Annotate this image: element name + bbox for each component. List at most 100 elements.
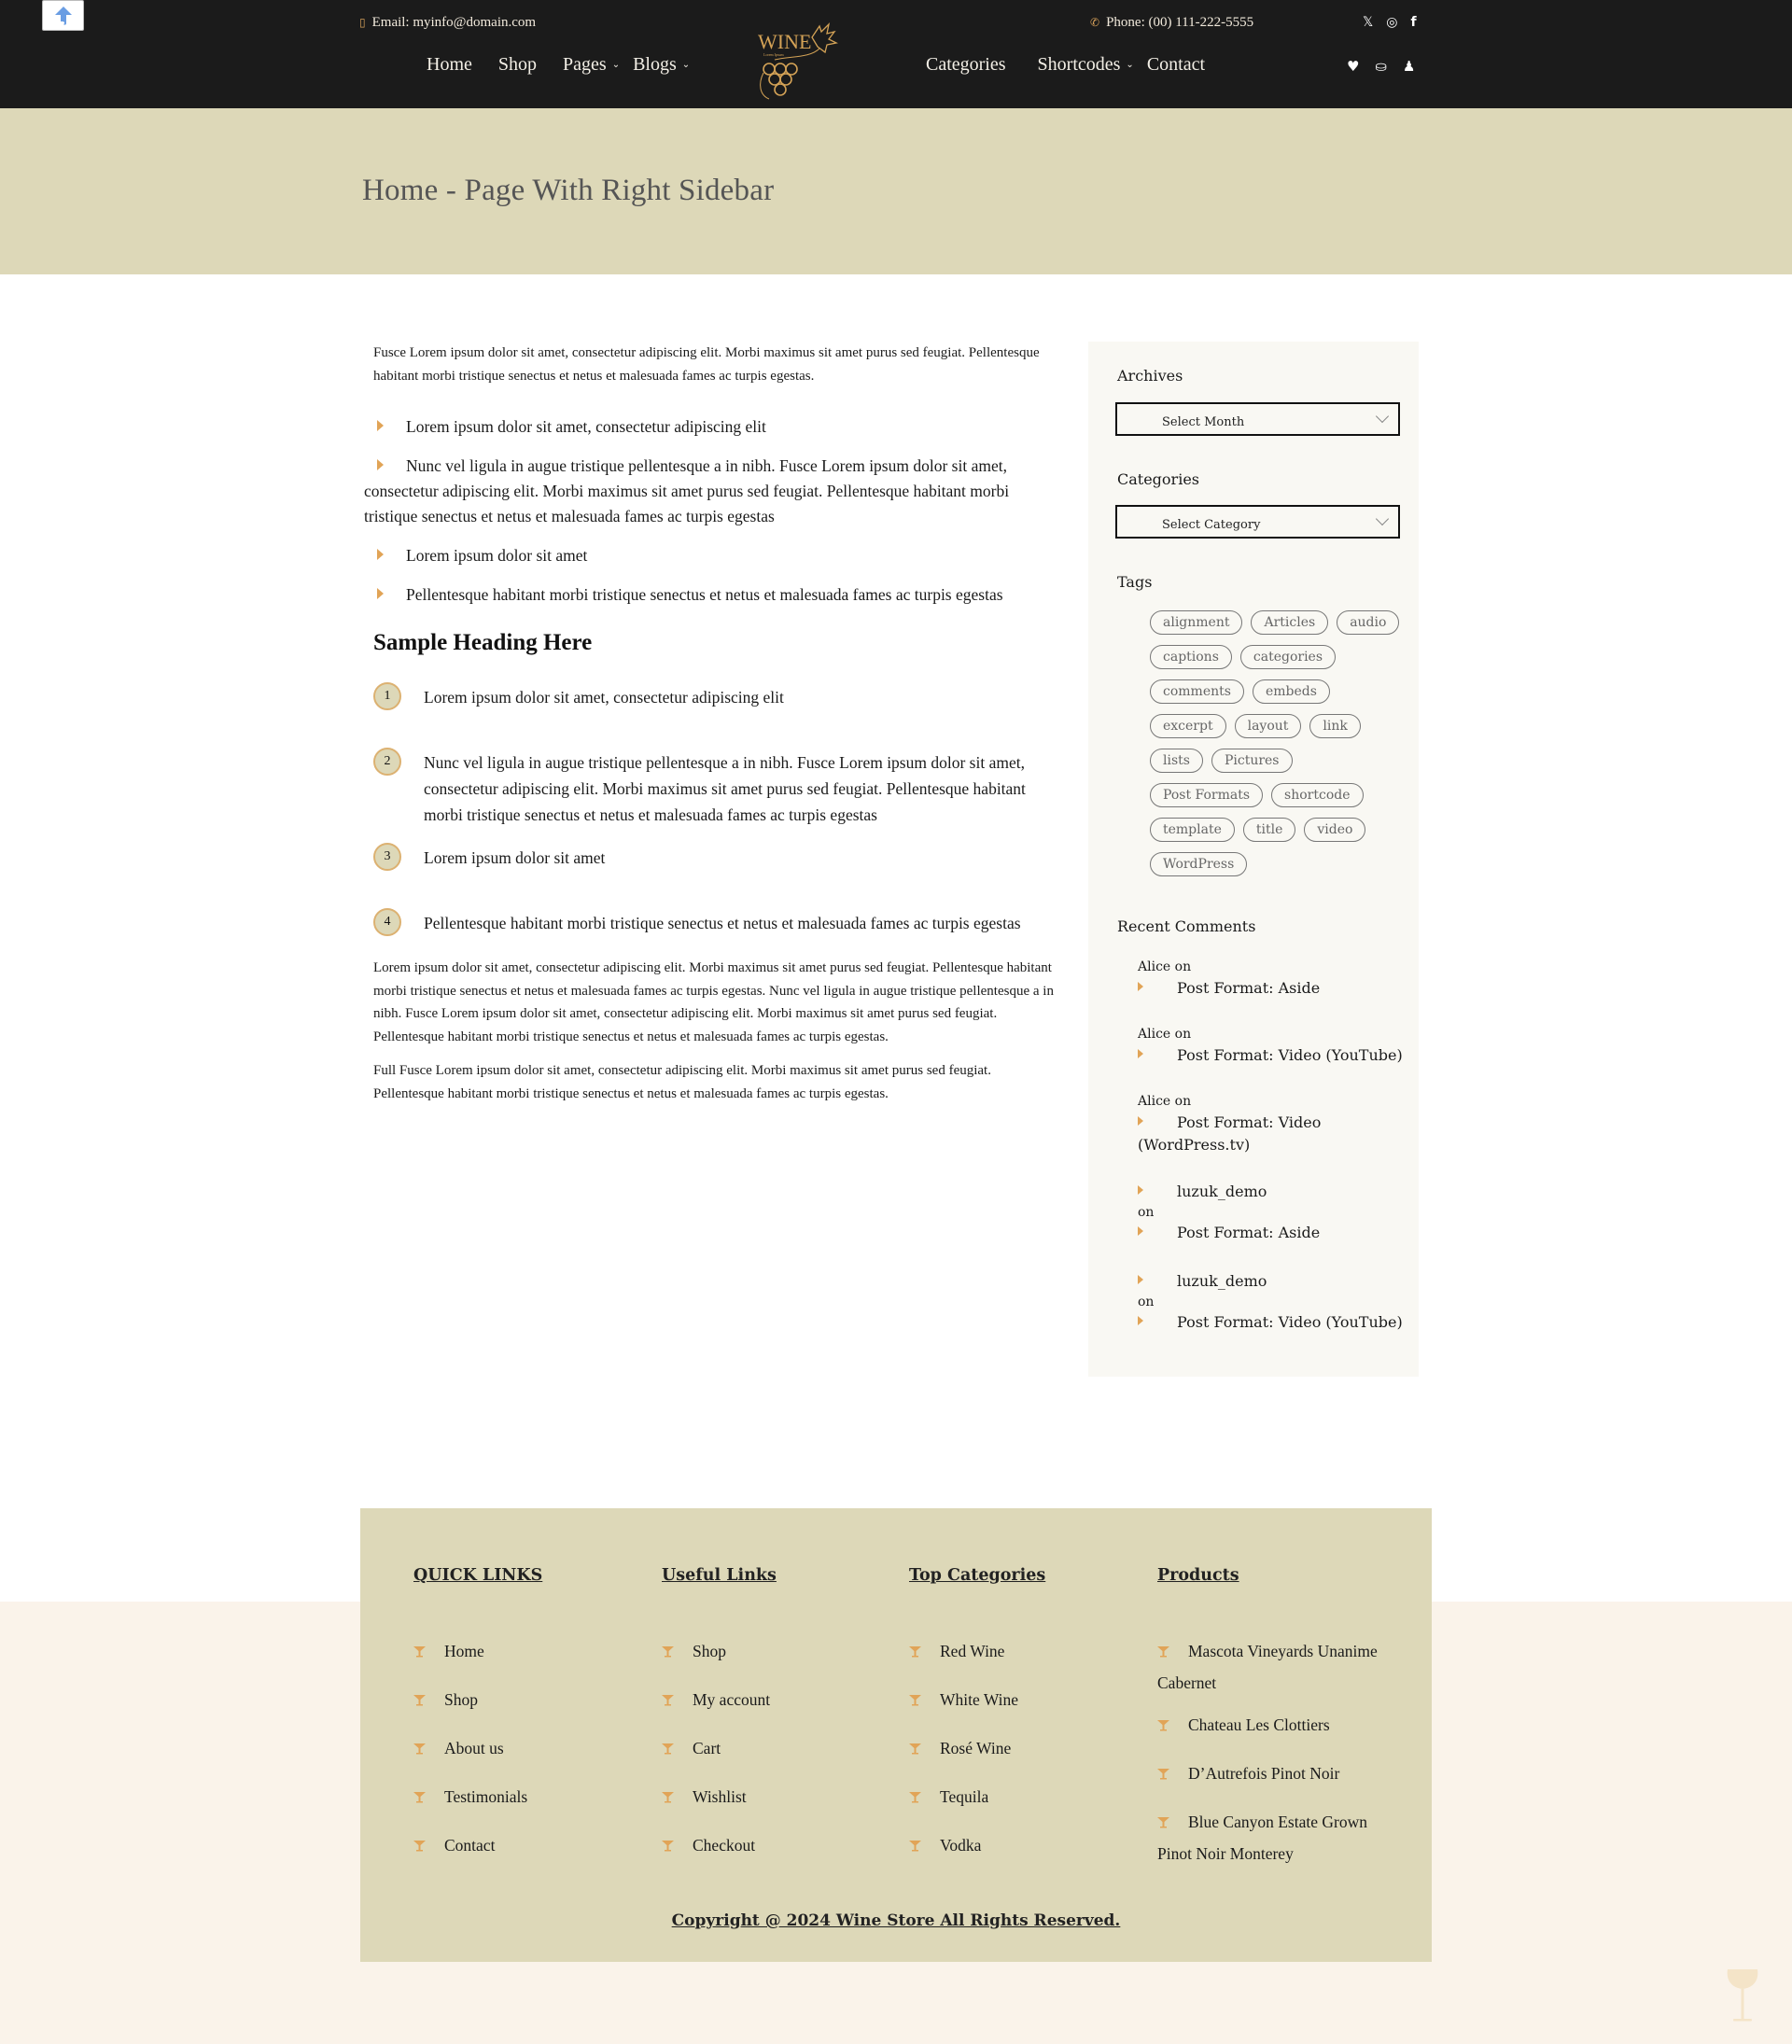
cocktail-glass-icon: [1157, 1645, 1169, 1671]
nav-contact[interactable]: Contact: [1147, 54, 1205, 76]
cocktail-glass-icon: [1157, 1719, 1169, 1744]
footer-link[interactable]: White Wine: [909, 1687, 1142, 1719]
footer-link[interactable]: Chateau Les Clottiers: [1157, 1713, 1391, 1744]
comment-post-link[interactable]: Post Format: Aside: [1177, 979, 1320, 997]
tag-link[interactable]: Post Formats: [1150, 783, 1264, 807]
list-item: Pellentesque habitant morbi tristique se…: [369, 582, 1059, 608]
tag-link[interactable]: lists: [1150, 749, 1203, 773]
chevron-down-icon: [1375, 409, 1390, 424]
tag-link[interactable]: layout: [1234, 714, 1302, 738]
topbar-email[interactable]: ▯ Email: myinfo@domain.com: [359, 15, 536, 31]
comment-author-link[interactable]: luzuk_demo: [1177, 1183, 1267, 1200]
footer-link[interactable]: Checkout: [662, 1833, 895, 1865]
basket-icon[interactable]: ⛀: [1375, 58, 1387, 75]
tag-link[interactable]: audio: [1337, 610, 1400, 635]
footer-column-title[interactable]: QUICK LINKS: [413, 1566, 647, 1585]
main-nav-left: Home Shop Pages ⌄ Blogs ⌄: [427, 54, 690, 76]
tag-link[interactable]: captions: [1150, 645, 1232, 669]
comment-post-link[interactable]: Post Format: Video (WordPress.tv): [1138, 1113, 1321, 1154]
footer-link[interactable]: Cart: [662, 1736, 895, 1768]
tag-link[interactable]: WordPress: [1150, 852, 1248, 876]
caret-right-icon: [1138, 1116, 1143, 1126]
site-footer: QUICK LINKS Home Shop About us Testimonials…: [360, 1508, 1432, 1962]
nav-blogs[interactable]: Blogs ⌄: [633, 54, 690, 76]
archives-select[interactable]: Select Month: [1115, 402, 1400, 436]
numbered-item: 1 Lorem ipsum dolor sit amet, consectetur…: [373, 682, 1059, 710]
footer-link[interactable]: D’Autrefois Pinot Noir: [1157, 1761, 1391, 1793]
cocktail-glass-icon: [909, 1645, 921, 1671]
footer-link[interactable]: Shop: [662, 1639, 895, 1671]
footer-link[interactable]: Shop: [413, 1687, 647, 1719]
recent-comment: luzuk_demo on Post Format: Video (YouTub…: [1138, 1272, 1403, 1331]
footer-link[interactable]: My account: [662, 1687, 895, 1719]
footer-link[interactable]: Tequila: [909, 1785, 1142, 1816]
tag-link[interactable]: excerpt: [1150, 714, 1226, 738]
footer-link[interactable]: Blue Canyon Estate Grown Pinot Noir Mont…: [1157, 1810, 1391, 1867]
nav-categories[interactable]: Categories: [926, 54, 1006, 76]
tag-link[interactable]: link: [1309, 714, 1361, 738]
nav-shortcodes[interactable]: Shortcodes ⌄: [1038, 54, 1134, 76]
comment-post-link[interactable]: Post Format: Video (YouTube): [1177, 1046, 1403, 1064]
nav-pages[interactable]: Pages ⌄: [563, 54, 620, 76]
cocktail-glass-icon: [662, 1694, 674, 1719]
footer-link[interactable]: Rosé Wine: [909, 1736, 1142, 1768]
chevron-down-icon: ⌄: [611, 60, 621, 70]
tag-cloud: alignment Articles audio captions categories…: [1150, 610, 1402, 876]
footer-link[interactable]: Mascota Vineyards Unanime Cabernet: [1157, 1639, 1391, 1696]
recent-comment: Alice on Post Format: Aside: [1138, 959, 1321, 997]
phone-mobile-icon: ▯: [359, 16, 366, 29]
footer-column-title[interactable]: Useful Links: [662, 1566, 895, 1585]
comment-post-link[interactable]: Post Format: Video (YouTube): [1177, 1313, 1403, 1331]
footer-link[interactable]: About us: [413, 1736, 647, 1768]
site-header: ▯ Email: myinfo@domain.com ✆ Phone: (00)…: [0, 0, 1792, 108]
nav-home[interactable]: Home: [427, 54, 472, 76]
list-item: Lorem ipsum dolor sit amet: [369, 543, 1059, 568]
footer-column-useful-links: Useful Links Shop My account Cart Wishlist C…: [662, 1566, 895, 1882]
header-action-icons: ♥ ⛀ ♟: [1347, 58, 1415, 75]
footer-link[interactable]: Vodka: [909, 1833, 1142, 1865]
heart-icon[interactable]: ♥: [1347, 58, 1359, 75]
footer-link[interactable]: Home: [413, 1639, 647, 1671]
topbar-phone[interactable]: ✆ Phone: (00) 111-222-5555: [1090, 15, 1253, 31]
categories-select[interactable]: Select Category: [1115, 505, 1400, 539]
copyright-text[interactable]: Copyright @ 2024 Wine Store All Rights R…: [360, 1911, 1432, 1930]
nav-shop[interactable]: Shop: [498, 54, 537, 76]
chevron-down-icon: ⌄: [1126, 60, 1134, 70]
wine-logo[interactable]: WINE Lorem Ipsum: [754, 21, 851, 101]
numbered-item: 2 Nunc vel ligula in augue tristique pell…: [373, 748, 1059, 828]
tag-link[interactable]: template: [1150, 818, 1235, 842]
footer-link-list: Shop My account Cart Wishlist Checkout: [662, 1639, 895, 1865]
tags-title: Tags: [1117, 573, 1153, 591]
recent-comments-title: Recent Comments: [1117, 917, 1256, 935]
tag-link[interactable]: title: [1242, 818, 1296, 842]
footer-link[interactable]: Testimonials: [413, 1785, 647, 1816]
caret-right-icon: [377, 420, 384, 431]
footer-link-list: Home Shop About us Testimonials Contact: [413, 1639, 647, 1865]
footer-column-top-categories: Top Categories Red Wine White Wine Rosé Wi…: [909, 1566, 1142, 1882]
comment-post-link[interactable]: Post Format: Aside: [1177, 1224, 1320, 1241]
tag-link[interactable]: Pictures: [1211, 749, 1293, 773]
facebook-icon[interactable]: f: [1411, 15, 1417, 30]
tag-link[interactable]: alignment: [1150, 610, 1243, 635]
footer-link[interactable]: Wishlist: [662, 1785, 895, 1816]
list-item: Nunc vel ligula in augue tristique pelle…: [364, 456, 1010, 525]
footer-column-title[interactable]: Top Categories: [909, 1566, 1142, 1585]
tag-link[interactable]: comments: [1150, 679, 1244, 704]
tag-link[interactable]: shortcode: [1271, 783, 1364, 807]
chevron-down-icon: ⌄: [681, 60, 691, 70]
cocktail-glass-icon: [662, 1645, 674, 1671]
x-icon[interactable]: 𝕏: [1363, 15, 1373, 30]
scroll-to-top-button[interactable]: [42, 0, 84, 31]
footer-column-title[interactable]: Products: [1157, 1566, 1391, 1585]
cocktail-glass-icon: [413, 1840, 426, 1865]
tag-link[interactable]: categories: [1239, 645, 1337, 669]
tag-link[interactable]: Articles: [1251, 610, 1329, 635]
tag-link[interactable]: video: [1304, 818, 1366, 842]
caret-right-icon: [1138, 1049, 1143, 1058]
footer-link[interactable]: Contact: [413, 1833, 647, 1865]
user-icon[interactable]: ♟: [1403, 58, 1415, 75]
footer-link[interactable]: Red Wine: [909, 1639, 1142, 1671]
instagram-icon[interactable]: ◎: [1386, 15, 1397, 30]
comment-author-link[interactable]: luzuk_demo: [1177, 1272, 1267, 1290]
tag-link[interactable]: embeds: [1252, 679, 1330, 704]
